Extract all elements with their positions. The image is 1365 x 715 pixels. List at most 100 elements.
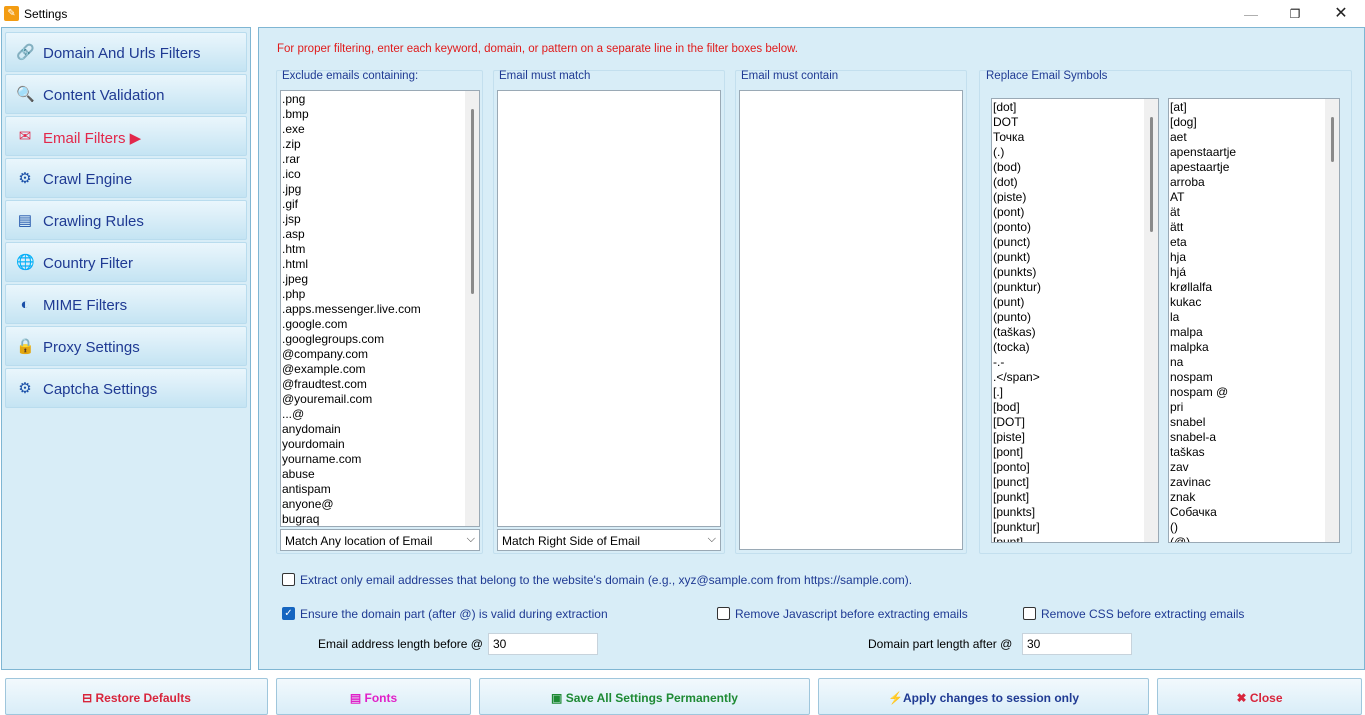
list-item: (tocka) bbox=[993, 340, 1030, 354]
restore-icon: ⊟ bbox=[82, 691, 96, 705]
validate-domain-checkbox[interactable]: ✓ bbox=[282, 607, 295, 620]
replace-right-scrollbar[interactable] bbox=[1325, 99, 1339, 542]
replace-right-scroll-thumb[interactable] bbox=[1331, 117, 1334, 162]
list-item: la bbox=[1170, 310, 1180, 324]
sidebar-item-crawling-rules[interactable]: ▤ Crawling Rules bbox=[5, 200, 247, 240]
length-before-label: Email address length before @ bbox=[318, 637, 483, 651]
exclude-match-value: Match Any location of Email bbox=[285, 534, 433, 548]
fonts-label: Fonts bbox=[364, 691, 398, 705]
save-all-settings-label: Save All Settings Permanently bbox=[565, 691, 738, 705]
link-icon: 🔗 bbox=[16, 44, 35, 61]
list-item: pri bbox=[1170, 400, 1184, 414]
list-item: znak bbox=[1170, 490, 1196, 504]
length-after-input[interactable] bbox=[1022, 633, 1132, 655]
exclude-list[interactable]: .png .bmp .exe .zip .rar .ico .jpg .gif .jsp .asp… bbox=[280, 90, 480, 527]
list-item: .jpg bbox=[282, 182, 302, 196]
sidebar-item-label: Proxy Settings bbox=[43, 339, 140, 356]
list-item: .gif bbox=[282, 197, 299, 211]
replace-left-scrollbar[interactable] bbox=[1144, 99, 1158, 542]
list-item: [DOT] bbox=[993, 415, 1025, 429]
must-contain-list[interactable] bbox=[739, 90, 963, 550]
exclude-scroll-thumb[interactable] bbox=[471, 109, 474, 294]
email-icon: ✉ bbox=[18, 128, 32, 145]
list-item: kukac bbox=[1170, 295, 1202, 309]
list-item: .ico bbox=[282, 167, 301, 181]
sidebar-item-country-filter[interactable]: 🌐 Country Filter bbox=[5, 242, 247, 282]
restore-defaults-label: Restore Defaults bbox=[95, 691, 191, 705]
validate-domain-label: Ensure the domain part (after @) is vali… bbox=[300, 607, 608, 621]
list-item: ...@ bbox=[282, 407, 305, 421]
list-item: .php bbox=[282, 287, 306, 301]
list-item: .zip bbox=[282, 137, 301, 151]
close-label: Close bbox=[1249, 691, 1283, 705]
must-match-list[interactable] bbox=[497, 90, 721, 527]
sidebar-item-mime-filters[interactable]: ◐ MIME Filters bbox=[5, 284, 247, 324]
list-item: apenstaartje bbox=[1170, 145, 1237, 159]
list-item: yourdomain bbox=[282, 437, 345, 451]
list-item: (.) bbox=[993, 145, 1005, 159]
list-item: .apps.messenger.live.com bbox=[282, 302, 421, 316]
must-match-select[interactable]: Match Right Side of Email ⌵ bbox=[497, 529, 721, 551]
sidebar-item-email-filters[interactable]: ✉ Email Filters ▶ bbox=[5, 116, 247, 156]
list-item: .png bbox=[282, 92, 306, 106]
minimize-button[interactable]: — bbox=[1240, 3, 1262, 25]
list-item: @company.com bbox=[282, 347, 368, 361]
list-item: [at] bbox=[1170, 100, 1187, 114]
extract-own-domain-checkbox[interactable] bbox=[282, 573, 295, 586]
exclude-title: Exclude emails containing: bbox=[282, 70, 419, 82]
list-item: () bbox=[1170, 520, 1178, 534]
list-item: malpka bbox=[1170, 340, 1209, 354]
must-match-value: Match Right Side of Email bbox=[502, 534, 641, 548]
remove-js-checkbox[interactable] bbox=[717, 607, 730, 620]
list-item: taškas bbox=[1170, 445, 1205, 459]
list-item: [punkt] bbox=[993, 490, 1030, 504]
remove-css-checkbox[interactable] bbox=[1023, 607, 1036, 620]
sidebar-item-content-validation[interactable]: 🔍 Content Validation bbox=[5, 74, 247, 114]
sidebar-item-proxy-settings[interactable]: 🔒 Proxy Settings bbox=[5, 326, 247, 366]
must-contain-group: Email must contain bbox=[735, 70, 967, 554]
list-item: @example.com bbox=[282, 362, 366, 376]
save-all-settings-button[interactable]: ▣ Save All Settings Permanently bbox=[479, 678, 810, 715]
close-button[interactable]: ✖ Close bbox=[1157, 678, 1362, 715]
exclude-scrollbar[interactable] bbox=[465, 91, 479, 526]
replace-left-list[interactable]: [dot] DOT Точка (.) (bod) (dot) (piste) (pont… bbox=[991, 98, 1159, 543]
sidebar-item-domain-urls-filters[interactable]: 🔗 Domain And Urls Filters bbox=[5, 32, 247, 72]
list-item: .</span> bbox=[993, 370, 1040, 384]
list-item: .exe bbox=[282, 122, 305, 136]
list-item: [punt] bbox=[993, 535, 1024, 543]
list-item: .googlegroups.com bbox=[282, 332, 385, 346]
list-item: hja bbox=[1170, 250, 1187, 264]
list-item: [dot] bbox=[993, 100, 1017, 114]
list-item: (punkt) bbox=[993, 250, 1031, 264]
list-item: DOT bbox=[993, 115, 1019, 129]
replace-left-scroll-thumb[interactable] bbox=[1150, 117, 1153, 232]
length-before-input[interactable] bbox=[488, 633, 598, 655]
list-item: @youremail.com bbox=[282, 392, 373, 406]
list-item: [punktur] bbox=[993, 520, 1040, 534]
fonts-button[interactable]: ▤ Fonts bbox=[276, 678, 471, 715]
list-item: antispam bbox=[282, 482, 331, 496]
window-title: Settings bbox=[24, 7, 68, 21]
apply-session-button[interactable]: ⚡Apply changes to session only bbox=[818, 678, 1149, 715]
replace-right-list[interactable]: [at] [dog] aet apenstaartje apestaartje arrob… bbox=[1168, 98, 1340, 543]
settings-sidebar: 🔗 Domain And Urls Filters 🔍 Content Vali… bbox=[1, 27, 251, 670]
close-window-button[interactable]: ✕ bbox=[1330, 3, 1352, 25]
exclude-match-select[interactable]: Match Any location of Email ⌵ bbox=[280, 529, 480, 551]
list-item: krøllalfa bbox=[1170, 280, 1213, 294]
sidebar-item-captcha-settings[interactable]: ⚙ Captcha Settings bbox=[5, 368, 247, 408]
sidebar-item-crawl-engine[interactable]: ⚙ Crawl Engine bbox=[5, 158, 247, 198]
exclude-lines: .png .bmp .exe .zip .rar .ico .jpg .gif .jsp .asp… bbox=[282, 92, 465, 526]
extract-own-domain-label: Extract only email addresses that belong… bbox=[300, 573, 913, 587]
magnifier-icon: 🔍 bbox=[16, 86, 35, 103]
list-item: zav bbox=[1170, 460, 1189, 474]
list-item: .rar bbox=[282, 152, 300, 166]
restore-window-button[interactable]: ❐ bbox=[1284, 3, 1306, 25]
list-item: snabel bbox=[1170, 415, 1206, 429]
close-icon: ✖ bbox=[1236, 691, 1250, 705]
restore-defaults-button[interactable]: ⊟ Restore Defaults bbox=[5, 678, 268, 715]
list-item: malpa bbox=[1170, 325, 1203, 339]
must-match-group: Email must match Match Right Side of Ema… bbox=[493, 70, 725, 554]
list-item: (punt) bbox=[993, 295, 1025, 309]
list-item: nospam bbox=[1170, 370, 1213, 384]
list-item: anyone@ bbox=[282, 497, 334, 511]
